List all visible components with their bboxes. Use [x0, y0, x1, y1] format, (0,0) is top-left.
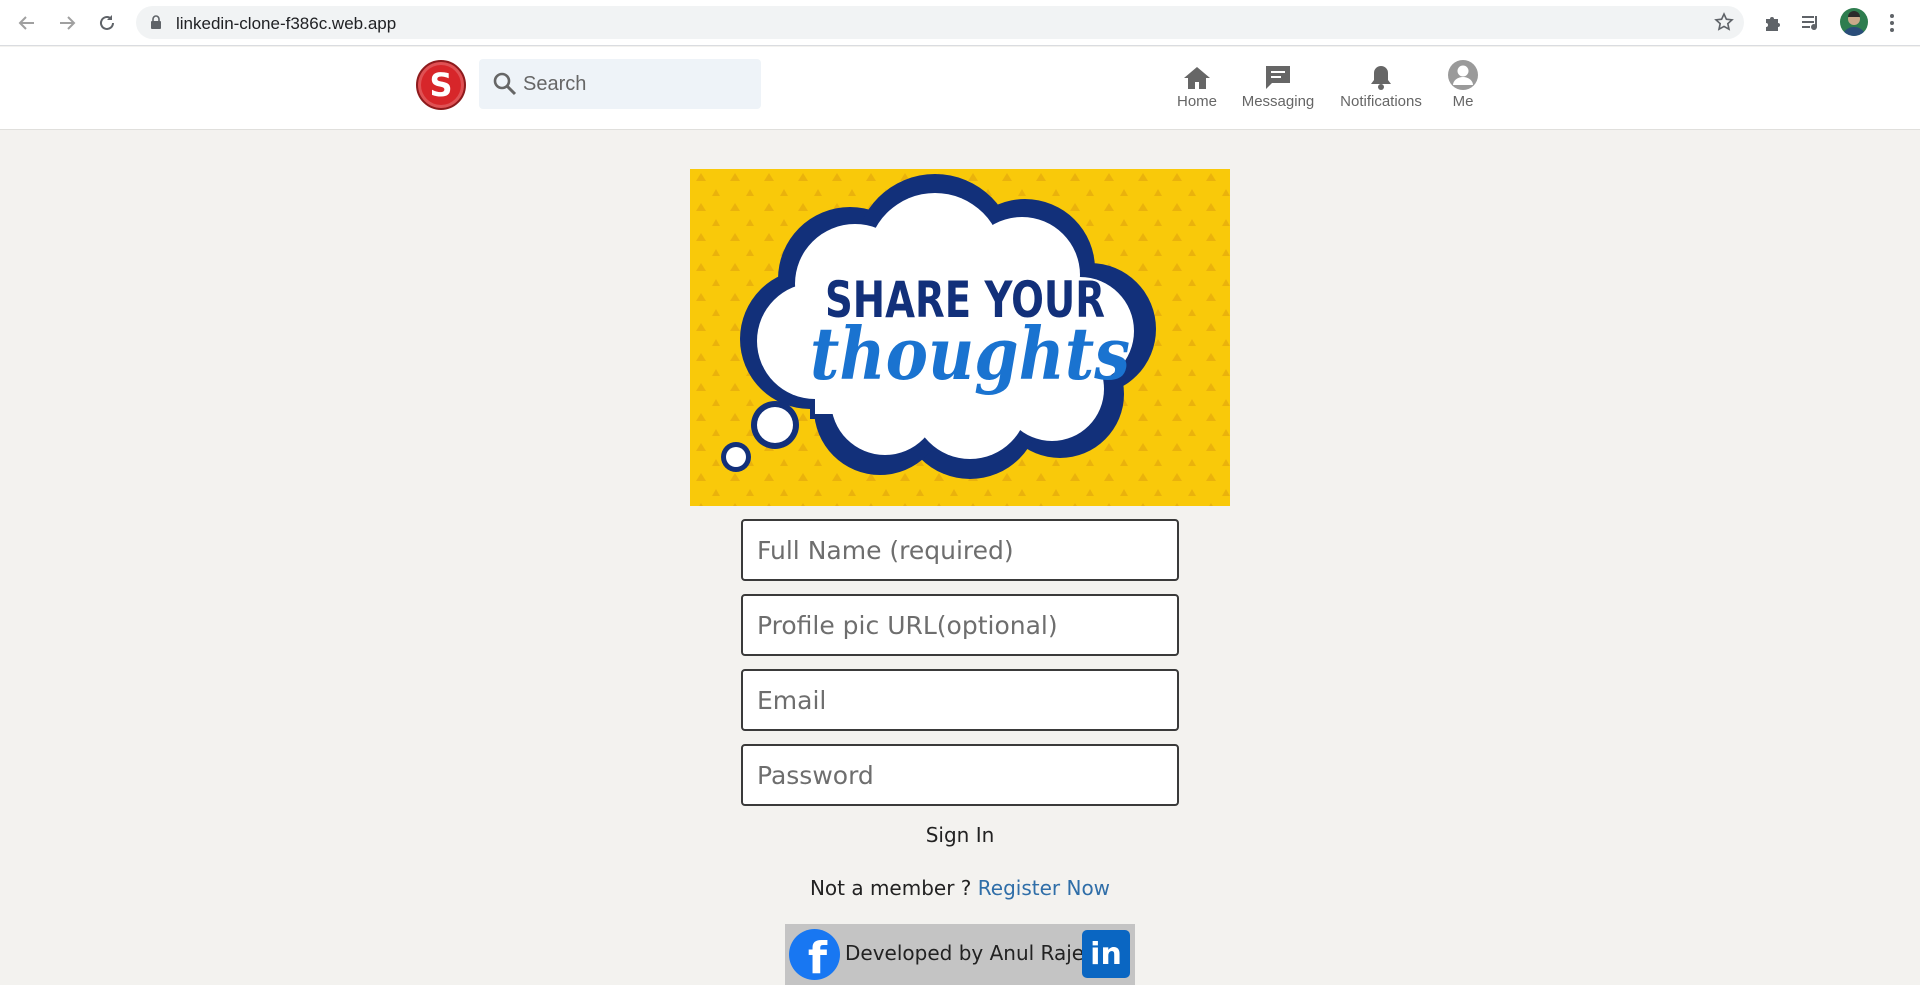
not-member-text: Not a member ? [809, 876, 978, 900]
profile-avatar[interactable] [1840, 8, 1868, 36]
email-input[interactable] [743, 671, 1177, 729]
facebook-icon[interactable]: f [789, 929, 840, 984]
sign-in-button[interactable]: Sign In [880, 820, 1040, 850]
nav-messaging[interactable]: Messaging [1238, 60, 1318, 116]
home-icon [1183, 60, 1211, 90]
back-icon[interactable] [14, 10, 40, 36]
app-header: S Home Messaging Notifications Me [0, 47, 1920, 130]
search-input[interactable] [523, 59, 753, 109]
bell-icon [1368, 60, 1394, 90]
linkedin-icon[interactable]: in [1082, 930, 1130, 978]
developer-footer: f Developed by Anul Rajeev in [785, 924, 1135, 985]
developed-by-text: Developed by Anul Rajeev [845, 941, 1109, 965]
browser-toolbar: linkedin-clone-f386c.web.app [0, 0, 1920, 46]
user-avatar-icon [1448, 60, 1478, 90]
extensions-icon[interactable] [1759, 10, 1785, 36]
media-icon[interactable] [1798, 10, 1824, 36]
logo-letter: S [429, 66, 453, 104]
reload-icon[interactable] [94, 10, 120, 36]
facebook-logo-letter: f [807, 933, 828, 984]
nav-home-label: Home [1176, 93, 1217, 110]
messaging-icon [1264, 60, 1292, 90]
nav-home[interactable]: Home [1168, 60, 1226, 116]
profile-pic-field[interactable] [741, 594, 1179, 656]
url-text: linkedin-clone-f386c.web.app [176, 14, 397, 33]
nav-messaging-label: Messaging [1241, 93, 1315, 110]
linkedin-logo-text: in [1090, 936, 1122, 972]
banner-line2: thoughts [810, 311, 1130, 396]
nav-notifications[interactable]: Notifications [1334, 60, 1428, 116]
nav-me-label: Me [1452, 93, 1474, 110]
search-icon [493, 72, 517, 96]
email-field[interactable] [741, 669, 1179, 731]
search-box[interactable] [479, 59, 761, 109]
password-field[interactable] [741, 744, 1179, 806]
star-icon[interactable] [1714, 12, 1734, 37]
logo[interactable]: S [416, 60, 466, 110]
nav-me[interactable]: Me [1446, 60, 1480, 116]
lock-icon [150, 15, 162, 35]
share-your-thoughts-banner: SHARE YOUR thoughts [690, 169, 1230, 506]
address-bar[interactable]: linkedin-clone-f386c.web.app [136, 6, 1744, 39]
profile-pic-input[interactable] [743, 596, 1177, 654]
full-name-field[interactable] [741, 519, 1179, 581]
nav-notifications-label: Notifications [1340, 93, 1422, 110]
forward-icon[interactable] [54, 10, 80, 36]
register-prompt: Not a member ? Register Now [700, 876, 1220, 900]
more-icon[interactable] [1879, 10, 1905, 36]
full-name-input[interactable] [743, 521, 1177, 579]
register-now-link[interactable]: Register Now [978, 876, 1110, 900]
password-input[interactable] [743, 746, 1177, 804]
